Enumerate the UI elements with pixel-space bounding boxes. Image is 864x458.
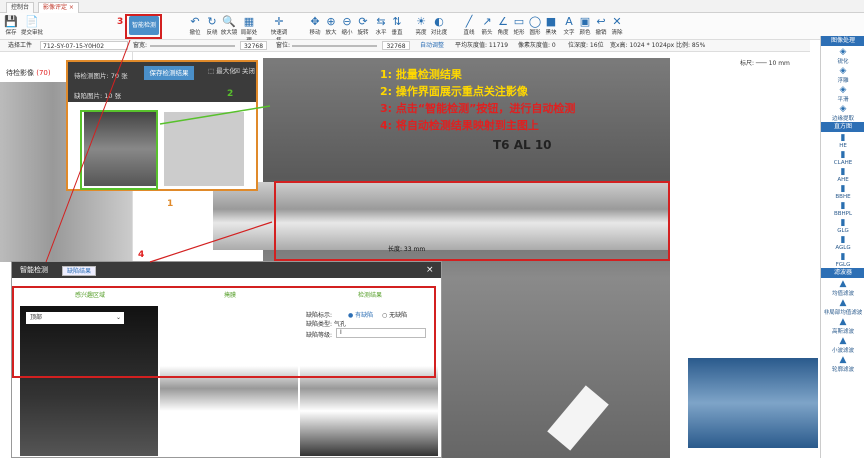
arrows-overlay bbox=[45, 39, 273, 263]
